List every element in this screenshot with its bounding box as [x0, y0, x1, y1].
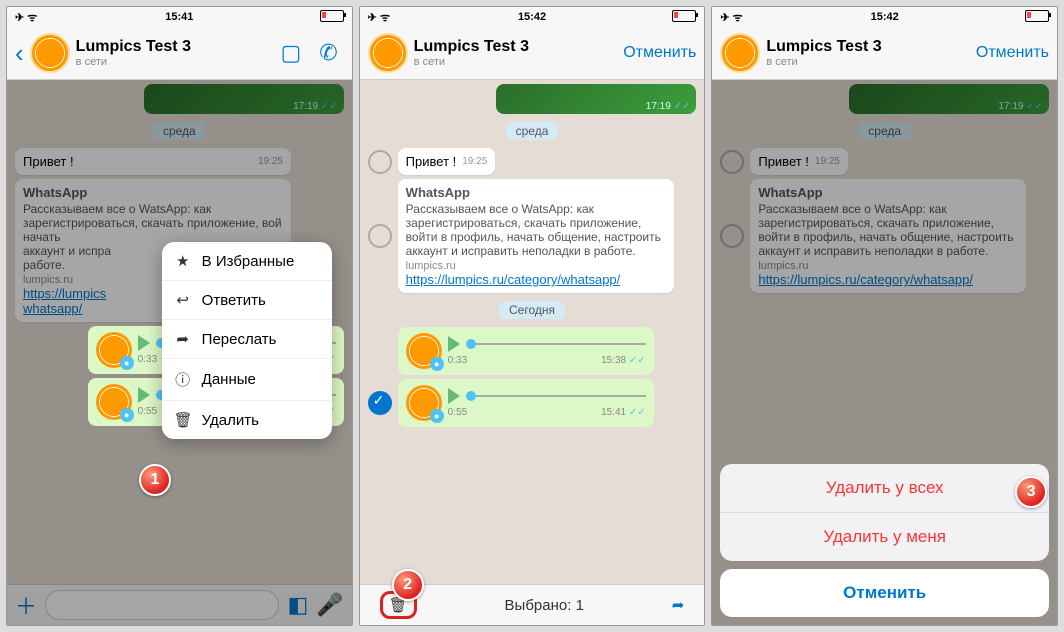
battery-icon	[320, 10, 344, 22]
delete-for-me[interactable]: Удалить у меня	[720, 513, 1049, 561]
video-call-icon[interactable]: ▢	[280, 40, 301, 66]
status-bar: ✈ ᯤ 15:42	[360, 7, 705, 27]
link-preview-message[interactable]: WhatsApp Рассказываем все о WatsApp: как…	[398, 179, 674, 293]
day-separator: среда	[858, 122, 911, 140]
forward-icon: ➦	[174, 330, 192, 348]
reply-icon: ↩	[174, 291, 192, 309]
link[interactable]: https://lumpics whatsapp/	[23, 286, 106, 316]
day-separator: среда	[506, 122, 559, 140]
day-separator: среда	[153, 122, 206, 140]
camera-icon[interactable]: ◧	[287, 592, 308, 618]
mic-button-icon[interactable]: 🎤	[316, 592, 343, 618]
menu-favorite[interactable]: ★В Избранные	[162, 242, 332, 281]
delete-for-everyone[interactable]: Удалить у всех	[720, 464, 1049, 513]
voice-avatar: ●	[96, 332, 132, 368]
back-icon[interactable]: ‹	[15, 38, 24, 69]
greeting-message[interactable]: Привет !19:25	[750, 148, 848, 175]
select-radio[interactable]	[720, 224, 744, 248]
mic-icon: ●	[430, 409, 444, 423]
chat-header: Lumpics Test 3 в сети Отменить	[360, 27, 705, 80]
trash-icon: 🗑	[174, 411, 192, 429]
chat-header: Lumpics Test 3 в сети Отменить	[712, 27, 1057, 80]
link[interactable]: https://lumpics.ru/category/whatsapp/	[758, 272, 973, 287]
selected-count: Выбрано: 1	[505, 597, 584, 614]
mic-icon: ●	[120, 408, 134, 422]
clock: 15:42	[712, 11, 1057, 23]
chat-header: ‹ Lumpics Test 3 в сети ▢ ✆	[7, 27, 352, 80]
play-icon[interactable]	[448, 388, 460, 404]
image-message[interactable]: 17:19 ✓✓	[849, 84, 1049, 114]
day-separator: Сегодня	[499, 301, 565, 319]
voice-avatar: ●	[96, 384, 132, 420]
select-radio-checked[interactable]	[368, 391, 392, 415]
menu-reply[interactable]: ↩Ответить	[162, 281, 332, 320]
voice-message-2[interactable]: ● 0:5515:41 ✓✓	[398, 379, 654, 427]
greeting-message[interactable]: Привет !19:25	[398, 148, 496, 175]
image-message[interactable]: 17:19 ✓✓	[496, 84, 696, 114]
link-preview-message[interactable]: WhatsApp Рассказываем все о WatsApp: как…	[750, 179, 1026, 293]
contact-title[interactable]: Lumpics Test 3 в сети	[414, 38, 618, 68]
select-radio[interactable]	[368, 224, 392, 248]
image-message[interactable]: 17:19 ✓✓	[144, 84, 344, 114]
clock: 15:42	[360, 11, 705, 23]
battery-icon	[672, 10, 696, 22]
select-radio[interactable]	[368, 150, 392, 174]
cancel-button[interactable]: Отменить	[623, 44, 696, 62]
context-menu: ★В Избранные ↩Ответить ➦Переслать ⓘДанны…	[162, 242, 332, 439]
attach-icon[interactable]: ＋	[15, 589, 37, 621]
step-badge-1: 1	[139, 464, 171, 496]
avatar[interactable]	[30, 33, 70, 73]
voice-call-icon[interactable]: ✆	[319, 40, 337, 66]
clock: 15:41	[7, 11, 352, 23]
input-bar: ＋ ◧ 🎤	[7, 584, 352, 625]
menu-info[interactable]: ⓘДанные	[162, 359, 332, 401]
select-radio[interactable]	[720, 150, 744, 174]
voice-message-1[interactable]: ● 0:3315:38 ✓✓	[398, 327, 654, 375]
screen-1: ✈ ᯤ 15:41 ‹ Lumpics Test 3 в сети ▢ ✆ 17…	[6, 6, 353, 626]
text-input[interactable]	[45, 590, 279, 620]
play-icon[interactable]	[138, 387, 150, 403]
screen-2: ✈ ᯤ 15:42 Lumpics Test 3 в сети Отменить…	[359, 6, 706, 626]
star-icon: ★	[174, 252, 192, 270]
chat-area: 17:19 ✓✓ среда Привет !19:25 WhatsApp Ра…	[360, 80, 705, 584]
play-icon[interactable]	[448, 336, 460, 352]
voice-avatar: ●	[406, 385, 442, 421]
cancel-button[interactable]: Отменить	[976, 44, 1049, 62]
contact-title[interactable]: Lumpics Test 3 в сети	[76, 38, 269, 68]
step-badge-3: 3	[1015, 476, 1047, 508]
sheet-cancel[interactable]: Отменить	[720, 569, 1049, 617]
screen-3: ✈ ᯤ 15:42 Lumpics Test 3 в сети Отменить…	[711, 6, 1058, 626]
contact-title[interactable]: Lumpics Test 3 в сети	[766, 38, 970, 68]
info-icon: ⓘ	[174, 369, 192, 390]
link[interactable]: https://lumpics.ru/category/whatsapp/	[406, 272, 621, 287]
avatar[interactable]	[720, 33, 760, 73]
status-bar: ✈ ᯤ 15:41	[7, 7, 352, 27]
greeting-message[interactable]: Привет !19:25	[15, 148, 291, 175]
voice-avatar: ●	[406, 333, 442, 369]
status-bar: ✈ ᯤ 15:42	[712, 7, 1057, 27]
mic-icon: ●	[120, 356, 134, 370]
menu-delete[interactable]: 🗑Удалить	[162, 401, 332, 439]
action-sheet: Удалить у всех Удалить у меня Отменить	[720, 464, 1049, 617]
mic-icon: ●	[430, 357, 444, 371]
battery-icon	[1025, 10, 1049, 22]
play-icon[interactable]	[138, 335, 150, 351]
forward-selected-icon[interactable]: ➦	[672, 596, 685, 614]
avatar[interactable]	[368, 33, 408, 73]
step-badge-2: 2	[392, 569, 424, 601]
menu-forward[interactable]: ➦Переслать	[162, 320, 332, 359]
